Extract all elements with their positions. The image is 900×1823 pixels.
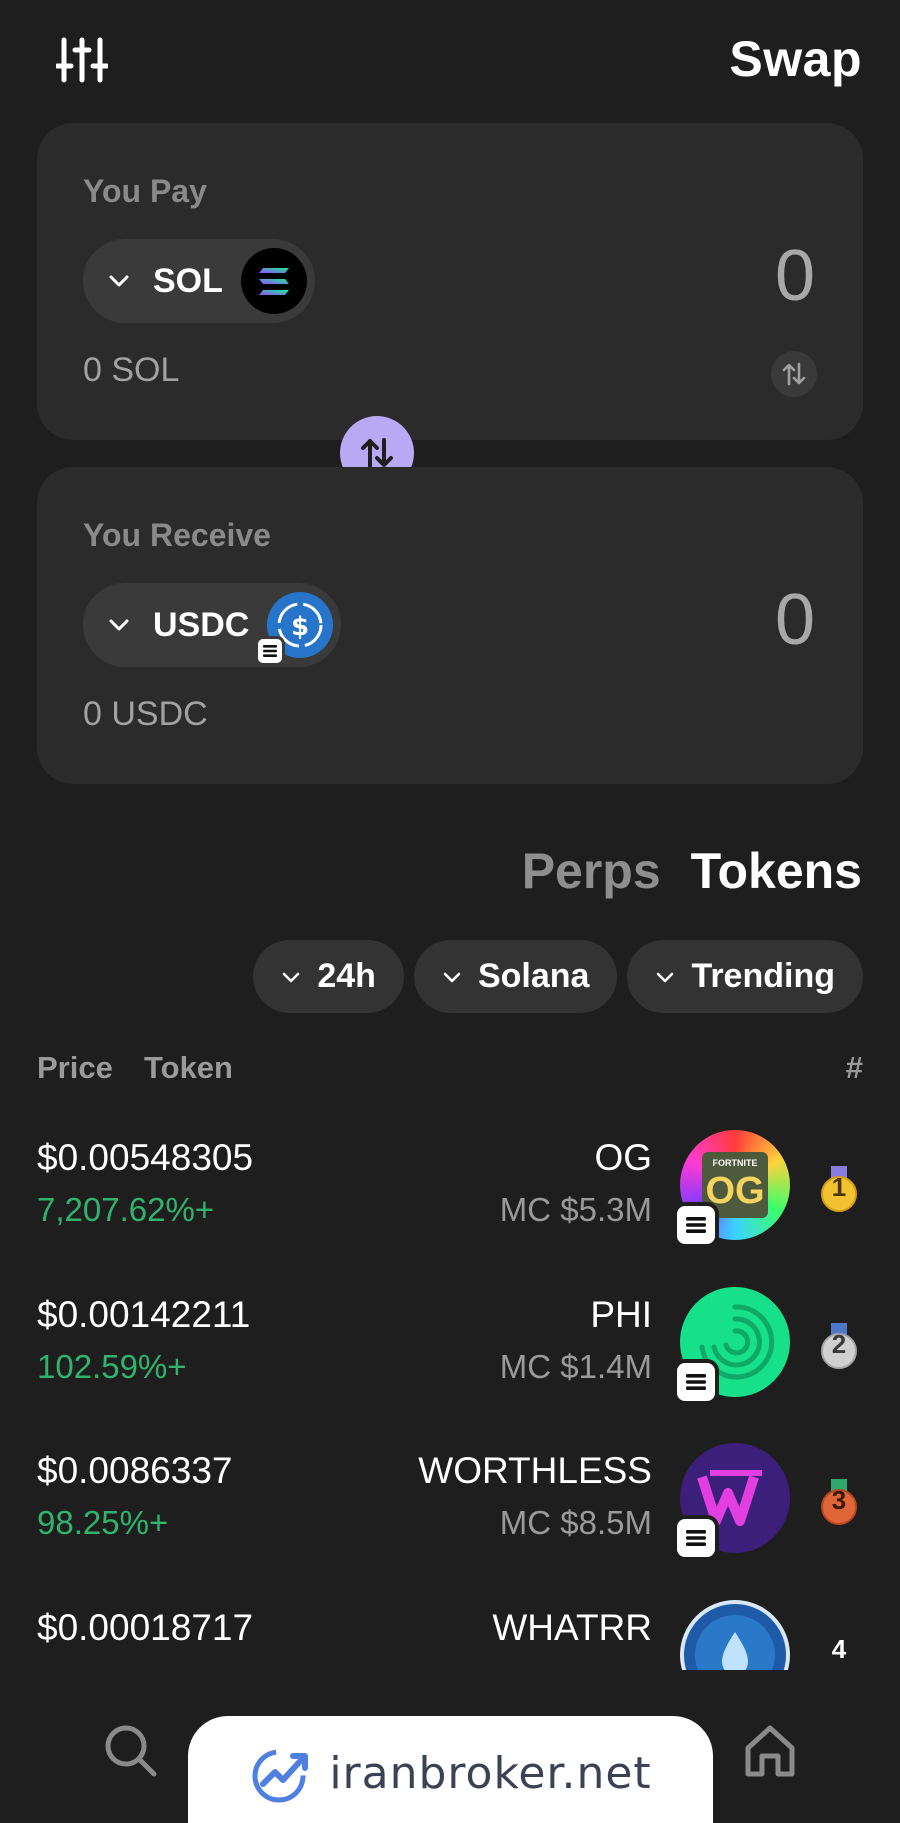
token-change: 98.25%+ — [37, 1504, 169, 1541]
pay-balance: 0 SOL — [83, 351, 180, 389]
receive-amount[interactable]: 0 — [775, 579, 815, 661]
token-change: 7,207.62%+ — [37, 1191, 215, 1228]
table-row[interactable]: $0.00548305 7,207.62%+ OG MC $5.3M FORTN… — [0, 1120, 900, 1270]
timeframe-filter[interactable]: 24h — [253, 940, 404, 1013]
rank-number: 4 — [831, 1634, 847, 1664]
usdc-icon: $ — [255, 592, 334, 666]
chevron-down-icon — [657, 972, 674, 982]
chain-filter-label: Solana — [477, 957, 590, 995]
token-price: $0.00548305 — [37, 1137, 254, 1178]
pay-card: You Pay SOL 0 0 SOL — [37, 123, 863, 440]
chain-filter[interactable]: Solana — [413, 940, 618, 1013]
column-token: Token — [144, 1050, 233, 1085]
sliders-icon[interactable] — [54, 36, 110, 84]
pay-amount-input[interactable]: 0 — [775, 235, 815, 317]
receive-card: You Receive USDC $ 0 0 USDC — [37, 467, 863, 784]
token-list: $0.00548305 7,207.62%+ OG MC $5.3M FORTN… — [0, 1120, 900, 1670]
og-logo-caption: FORTNITE — [712, 1158, 758, 1168]
solana-icon — [240, 248, 307, 314]
token-price: $0.0086337 — [37, 1450, 233, 1491]
market-tabs: Perps Tokens — [522, 842, 862, 900]
chevron-down-icon — [109, 275, 129, 287]
watermark: iranbroker.net — [188, 1716, 713, 1823]
filter-bar: 24h Solana Trending — [253, 940, 863, 1013]
pay-label: You Pay — [83, 173, 207, 209]
receive-token-selector[interactable]: USDC $ — [83, 583, 342, 667]
column-price: Price — [37, 1050, 113, 1085]
column-rank: # — [845, 1050, 863, 1085]
table-row[interactable]: $0.0086337 98.25%+ WORTHLESS MC $8.5M 3 — [0, 1433, 900, 1583]
chevron-down-icon — [109, 619, 129, 631]
watermark-text: iranbroker.net — [329, 1748, 652, 1799]
token-name: WORTHLESS — [418, 1450, 652, 1491]
table-row[interactable]: $0.00142211 102.59%+ PHI MC $1.4M 2 — [0, 1277, 900, 1427]
sort-filter-label: Trending — [691, 957, 835, 995]
receive-balance: 0 USDC — [83, 695, 208, 733]
token-price: $0.00142211 — [37, 1294, 251, 1335]
token-market-cap: MC $5.3M — [499, 1191, 652, 1228]
receive-label: You Receive — [83, 517, 271, 553]
table-row[interactable]: $0.00018717 WHATRR 4 — [0, 1590, 900, 1670]
token-name: WHATRR — [492, 1607, 652, 1648]
chevron-down-icon — [283, 972, 300, 982]
rank-number: 1 — [831, 1172, 847, 1202]
header: Swap — [0, 0, 900, 120]
token-market-cap: MC $1.4M — [499, 1348, 652, 1385]
chevron-down-icon — [443, 972, 461, 982]
pay-token-selector[interactable]: SOL — [83, 239, 315, 323]
receive-token-symbol: USDC — [153, 605, 250, 644]
page-title: Swap — [729, 31, 862, 87]
token-price: $0.00018717 — [37, 1607, 254, 1648]
solana-chain-badge-icon — [255, 636, 286, 666]
svg-text:$: $ — [291, 612, 309, 642]
solana-chain-badge-icon — [673, 1515, 719, 1561]
home-icon[interactable] — [740, 1720, 800, 1780]
solana-chain-badge-icon — [673, 1359, 719, 1405]
currency-toggle-icon[interactable] — [771, 351, 817, 397]
solana-chain-badge-icon — [673, 1202, 719, 1248]
rank-number: 3 — [831, 1485, 847, 1515]
tab-perps[interactable]: Perps — [522, 842, 661, 900]
whatrr-token-logo — [680, 1600, 790, 1670]
pay-token-symbol: SOL — [153, 261, 223, 300]
timeframe-filter-label: 24h — [317, 957, 376, 995]
rank-number: 2 — [831, 1329, 847, 1359]
iranbroker-logo-icon — [252, 1749, 309, 1802]
token-change: 102.59%+ — [37, 1348, 187, 1385]
token-market-cap: MC $8.5M — [499, 1504, 652, 1541]
tab-tokens[interactable]: Tokens — [691, 842, 862, 900]
search-icon[interactable] — [100, 1720, 160, 1780]
token-name: PHI — [590, 1294, 652, 1335]
sort-filter[interactable]: Trending — [627, 940, 863, 1013]
token-name: OG — [594, 1137, 652, 1178]
